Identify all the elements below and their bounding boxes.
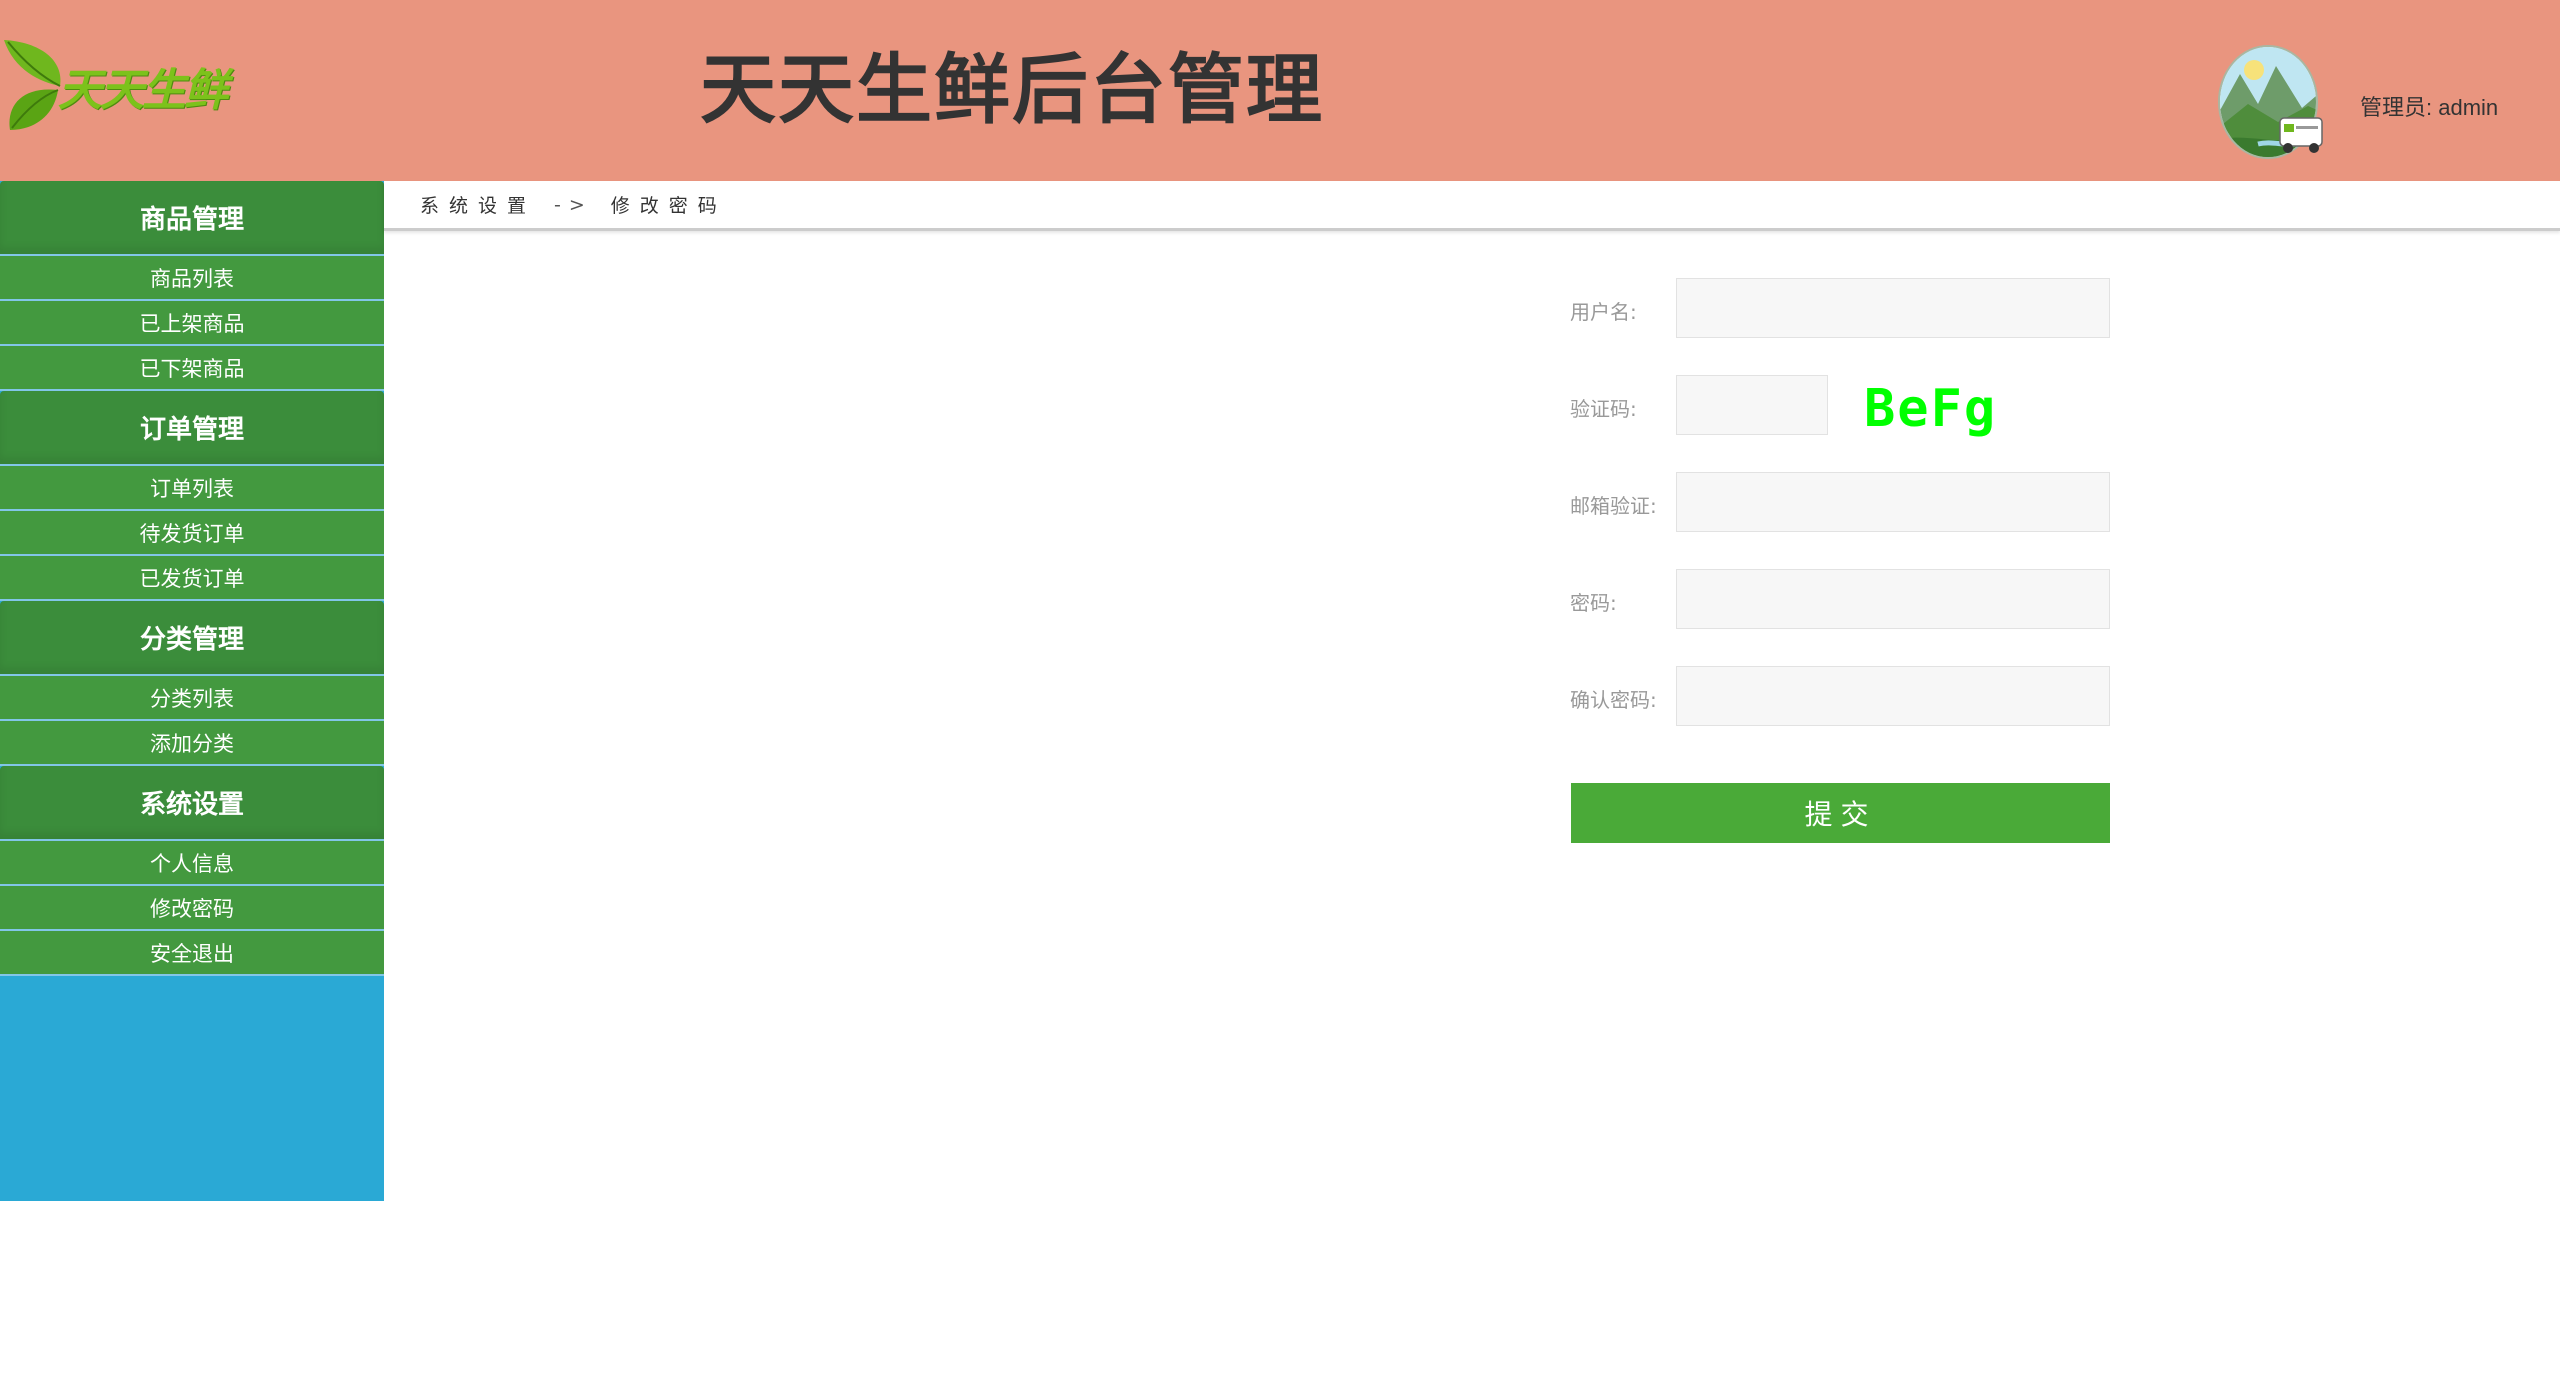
sidebar-item-product-list[interactable]: 商品列表 <box>0 256 384 301</box>
header: 天天生鲜 天天生鲜后台管理 管理员: admin <box>0 0 2560 181</box>
sidebar-item-add-category[interactable]: 添加分类 <box>0 721 384 766</box>
confirm-password-input[interactable] <box>1676 666 2110 726</box>
landscape-avatar-icon <box>2218 45 2323 159</box>
form-row-username: 用户名: <box>1570 278 2110 338</box>
username-label: 用户名: <box>1570 300 1637 324</box>
captcha-label: 验证码: <box>1570 397 1637 421</box>
sidebar-item-profile[interactable]: 个人信息 <box>0 841 384 886</box>
breadcrumb-separator: -> <box>554 193 593 216</box>
breadcrumb-current: 修改密码 <box>610 195 727 217</box>
sidebar-item-category-list[interactable]: 分类列表 <box>0 676 384 721</box>
menu-group-categories: 分类管理 分类列表 添加分类 <box>0 601 384 766</box>
sidebar-item-logout[interactable]: 安全退出 <box>0 931 384 976</box>
form-row-password: 密码: <box>1570 569 2110 629</box>
page-title: 天天生鲜后台管理 <box>700 45 1324 134</box>
avatar[interactable] <box>2218 44 2330 164</box>
sidebar-item-shipped-orders[interactable]: 已发货订单 <box>0 556 384 601</box>
form-row-captcha: 验证码: BeFg <box>1570 375 2110 439</box>
change-password-form: 用户名: 验证码: BeFg 邮箱验证: 密码: 确认密码: <box>1570 278 2110 763</box>
menu-group-title-orders[interactable]: 订单管理 <box>0 391 384 466</box>
sidebar-item-order-list[interactable]: 订单列表 <box>0 466 384 511</box>
captcha-input[interactable] <box>1676 375 1828 435</box>
menu-group-products: 商品管理 商品列表 已上架商品 已下架商品 <box>0 181 384 391</box>
email-verification-input[interactable] <box>1676 472 2110 532</box>
sidebar-item-unlisted-products[interactable]: 已下架商品 <box>0 346 384 391</box>
sidebar-item-change-password[interactable]: 修改密码 <box>0 886 384 931</box>
breadcrumb-section[interactable]: 系统设置 <box>420 191 536 218</box>
confirm-password-label: 确认密码: <box>1570 688 1657 712</box>
form-row-confirm-password: 确认密码: <box>1570 666 2110 726</box>
password-input[interactable] <box>1676 569 2110 629</box>
menu-group-title-settings[interactable]: 系统设置 <box>0 766 384 841</box>
password-label: 密码: <box>1570 591 1617 615</box>
admin-label: 管理员: admin <box>2360 95 2499 120</box>
sidebar: 商品管理 商品列表 已上架商品 已下架商品 订单管理 订单列表 待发货订单 已发… <box>0 181 384 1201</box>
logo-text: 天天生鲜 <box>58 65 228 116</box>
sidebar-item-pending-orders[interactable]: 待发货订单 <box>0 511 384 556</box>
form-row-email: 邮箱验证: <box>1570 472 2110 532</box>
captcha-image[interactable]: BeFg <box>1864 379 1997 439</box>
menu-group-orders: 订单管理 订单列表 待发货订单 已发货订单 <box>0 391 384 601</box>
site-logo[interactable]: 天天生鲜 <box>0 34 240 134</box>
sidebar-item-listed-products[interactable]: 已上架商品 <box>0 301 384 346</box>
menu-group-title-products[interactable]: 商品管理 <box>0 181 384 256</box>
username-input[interactable] <box>1676 278 2110 338</box>
menu-group-settings: 系统设置 个人信息 修改密码 安全退出 <box>0 766 384 976</box>
email-label: 邮箱验证: <box>1570 494 1657 518</box>
menu-group-title-categories[interactable]: 分类管理 <box>0 601 384 676</box>
breadcrumb: 系统设置 -> 修改密码 <box>384 181 2560 231</box>
submit-button[interactable]: 提交 <box>1571 783 2110 843</box>
